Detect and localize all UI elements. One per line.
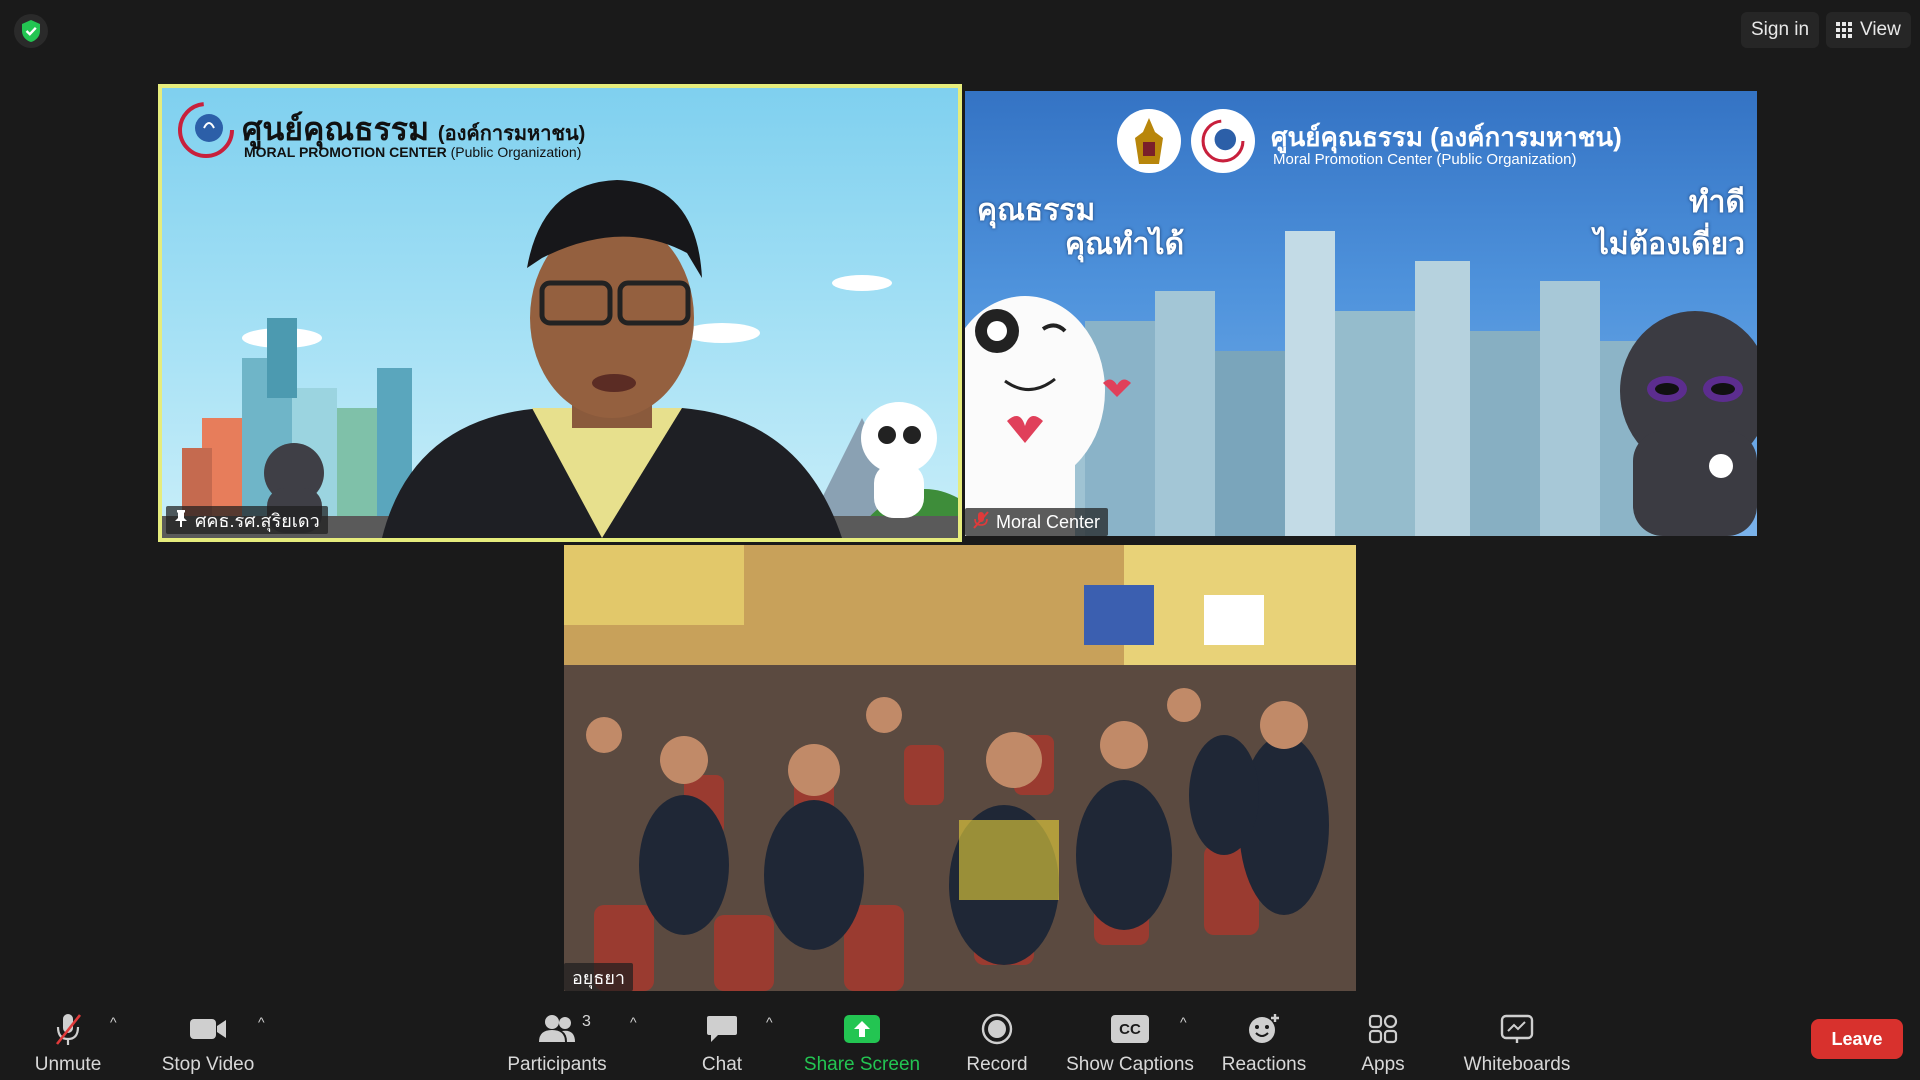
slogan-right-line1: ทำดี [1688, 186, 1745, 219]
record-label: Record [966, 1054, 1028, 1075]
leave-meeting-button[interactable]: Leave [1811, 1019, 1903, 1059]
record-button[interactable]: Record [958, 1000, 1036, 1080]
participant-name-label: Moral Center [965, 508, 1109, 536]
stop-video-label: Stop Video [161, 1054, 255, 1075]
pin-icon[interactable] [174, 509, 188, 532]
participant-name: อยุธยา [572, 967, 625, 988]
audience-hall-scene [564, 545, 1356, 991]
meeting-controls-toolbar: Unmute ^ Stop Video ^ Participants 3 ^ C… [0, 1000, 1920, 1080]
apps-button[interactable]: Apps [1358, 1000, 1408, 1080]
speaker-name: ศคธ.รศ.สุริยเดว [195, 510, 320, 531]
share-screen-button[interactable]: Share Screen [802, 1000, 922, 1080]
slogan-left-line2: คุณทำได้ [1065, 228, 1185, 261]
leave-label: Leave [1831, 1028, 1883, 1049]
video-tile-moral-center[interactable]: ศูนย์คุณธรรม (องค์การมหาชน) Moral Promot… [965, 91, 1757, 536]
sign-in-label: Sign in [1751, 19, 1810, 40]
encryption-shield-icon[interactable] [14, 14, 48, 48]
whiteboards-label: Whiteboards [1463, 1054, 1571, 1075]
royal-emblem-icon [1117, 109, 1181, 173]
banner-subtitle: MORAL PROMOTION CENTER (Public Organizat… [244, 144, 582, 160]
participant-name-label: ศคธ.รศ.สุริยเดว [166, 506, 328, 534]
unmute-button[interactable]: Unmute [28, 1000, 108, 1080]
chat-label: Chat [701, 1054, 743, 1075]
muted-microphone-icon [53, 1012, 83, 1046]
record-icon [981, 1012, 1013, 1046]
share-screen-label: Share Screen [803, 1054, 921, 1075]
participants-count-badge: 3 [582, 1013, 591, 1030]
participants-button[interactable]: Participants [504, 1000, 610, 1080]
apps-icon [1368, 1012, 1398, 1046]
show-captions-button[interactable]: CC Show Captions [1066, 1000, 1194, 1080]
participants-options-caret-icon[interactable]: ^ [630, 1014, 637, 1030]
slogan-right-line2: ไม่ต้องเดี่ยว [1593, 228, 1745, 261]
moral-center-logo-icon [176, 100, 236, 160]
show-captions-label: Show Captions [1066, 1054, 1194, 1075]
top-bar: Sign in View [0, 0, 1920, 62]
video-tile-speaker[interactable]: ศูนย์คุณธรรม (องค์การมหาชน) MORAL PROMOT… [158, 84, 962, 542]
reactions-label: Reactions [1221, 1054, 1307, 1075]
grid-icon [1836, 22, 1852, 38]
view-label: View [1860, 19, 1901, 40]
closed-captions-icon: CC [1111, 1012, 1149, 1046]
video-camera-icon [189, 1012, 227, 1046]
captions-options-caret-icon[interactable]: ^ [1180, 1014, 1187, 1030]
stop-video-button[interactable]: Stop Video [160, 1000, 256, 1080]
moral-center-logo-icon [1191, 109, 1255, 173]
video-tile-audience[interactable]: อยุธยา [564, 545, 1356, 991]
video-options-caret-icon[interactable]: ^ [258, 1014, 265, 1030]
whiteboards-button[interactable]: Whiteboards [1460, 1000, 1574, 1080]
reactions-button[interactable]: Reactions [1222, 1000, 1306, 1080]
chat-options-caret-icon[interactable]: ^ [766, 1014, 773, 1030]
share-screen-icon [844, 1012, 880, 1046]
participants-icon [538, 1012, 576, 1046]
sign-in-button[interactable]: Sign in [1741, 12, 1820, 48]
cc-label: CC [1111, 1015, 1149, 1043]
participant-name-label: อยุธยา [564, 963, 633, 991]
participant-name: Moral Center [996, 511, 1101, 532]
unmute-label: Unmute [34, 1054, 102, 1075]
muted-mic-icon [973, 510, 989, 534]
banner-subtitle: Moral Promotion Center (Public Organizat… [1273, 151, 1577, 168]
participants-label: Participants [507, 1054, 607, 1075]
emoji-reaction-icon [1247, 1012, 1281, 1046]
chat-button[interactable]: Chat [690, 1000, 754, 1080]
whiteboard-icon [1500, 1012, 1534, 1046]
chat-bubble-icon [706, 1012, 738, 1046]
apps-label: Apps [1361, 1054, 1405, 1075]
view-button[interactable]: View [1826, 12, 1911, 48]
audio-options-caret-icon[interactable]: ^ [110, 1014, 117, 1030]
